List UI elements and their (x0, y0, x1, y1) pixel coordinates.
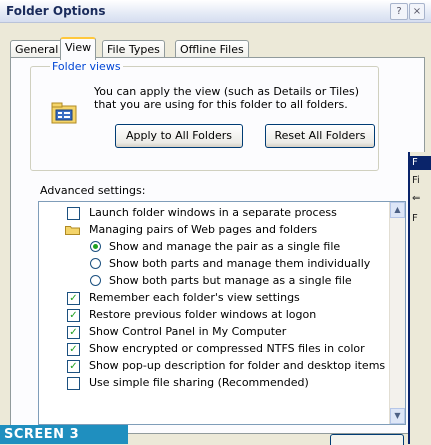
radio-button[interactable] (90, 258, 101, 269)
radio-button[interactable] (90, 241, 101, 252)
radio-button[interactable] (90, 275, 101, 286)
bg-window-menu: Fi (412, 175, 420, 186)
tab-offline-files[interactable]: Offline Files (175, 40, 249, 58)
advanced-settings-label: Advanced settings: (40, 184, 146, 197)
tab-strip: General View File Types Offline Files (10, 37, 410, 60)
bg-window-icon: F (410, 156, 431, 170)
screen-label-banner: SCREEN 3 (0, 425, 128, 444)
checkbox[interactable]: ✓ (67, 326, 80, 339)
back-arrow-icon: ⇐ (412, 193, 421, 204)
checkbox[interactable] (67, 377, 80, 390)
checkbox[interactable]: ✓ (67, 360, 80, 373)
tab-view[interactable]: View (60, 37, 97, 60)
tab-file-types[interactable]: File Types (102, 40, 165, 58)
close-button[interactable]: × (409, 3, 425, 20)
checkbox[interactable]: ✓ (67, 343, 80, 356)
title-bar: Folder Options ? × (0, 0, 431, 23)
scroll-up-icon[interactable]: ▲ (390, 202, 405, 218)
apply-to-all-folders-button[interactable]: Apply to All Folders (115, 124, 243, 148)
folder-views-description: You can apply the view (such as Details … (94, 85, 359, 111)
checkbox[interactable]: ✓ (67, 292, 80, 305)
reset-all-folders-button[interactable]: Reset All Folders (265, 124, 375, 148)
advanced-settings-list[interactable]: Launch folder windows in a separate proc… (38, 201, 406, 425)
folder-icon (65, 226, 80, 235)
checkbox[interactable] (67, 207, 80, 220)
window-title: Folder Options (6, 4, 106, 18)
tab-general[interactable]: General (10, 40, 64, 58)
scroll-down-icon[interactable]: ▼ (390, 408, 405, 424)
checkbox[interactable]: ✓ (67, 309, 80, 322)
ok-button-partial[interactable] (330, 434, 404, 445)
vertical-scrollbar[interactable]: ▲ ▼ (389, 202, 405, 424)
folder-view-icon (51, 102, 77, 124)
bg-window-address: F (412, 213, 418, 224)
help-button[interactable]: ? (390, 3, 408, 20)
folder-views-legend: Folder views (50, 60, 123, 73)
folder-views-group (30, 66, 379, 171)
background-window: F Fi ⇐ F (408, 152, 431, 444)
